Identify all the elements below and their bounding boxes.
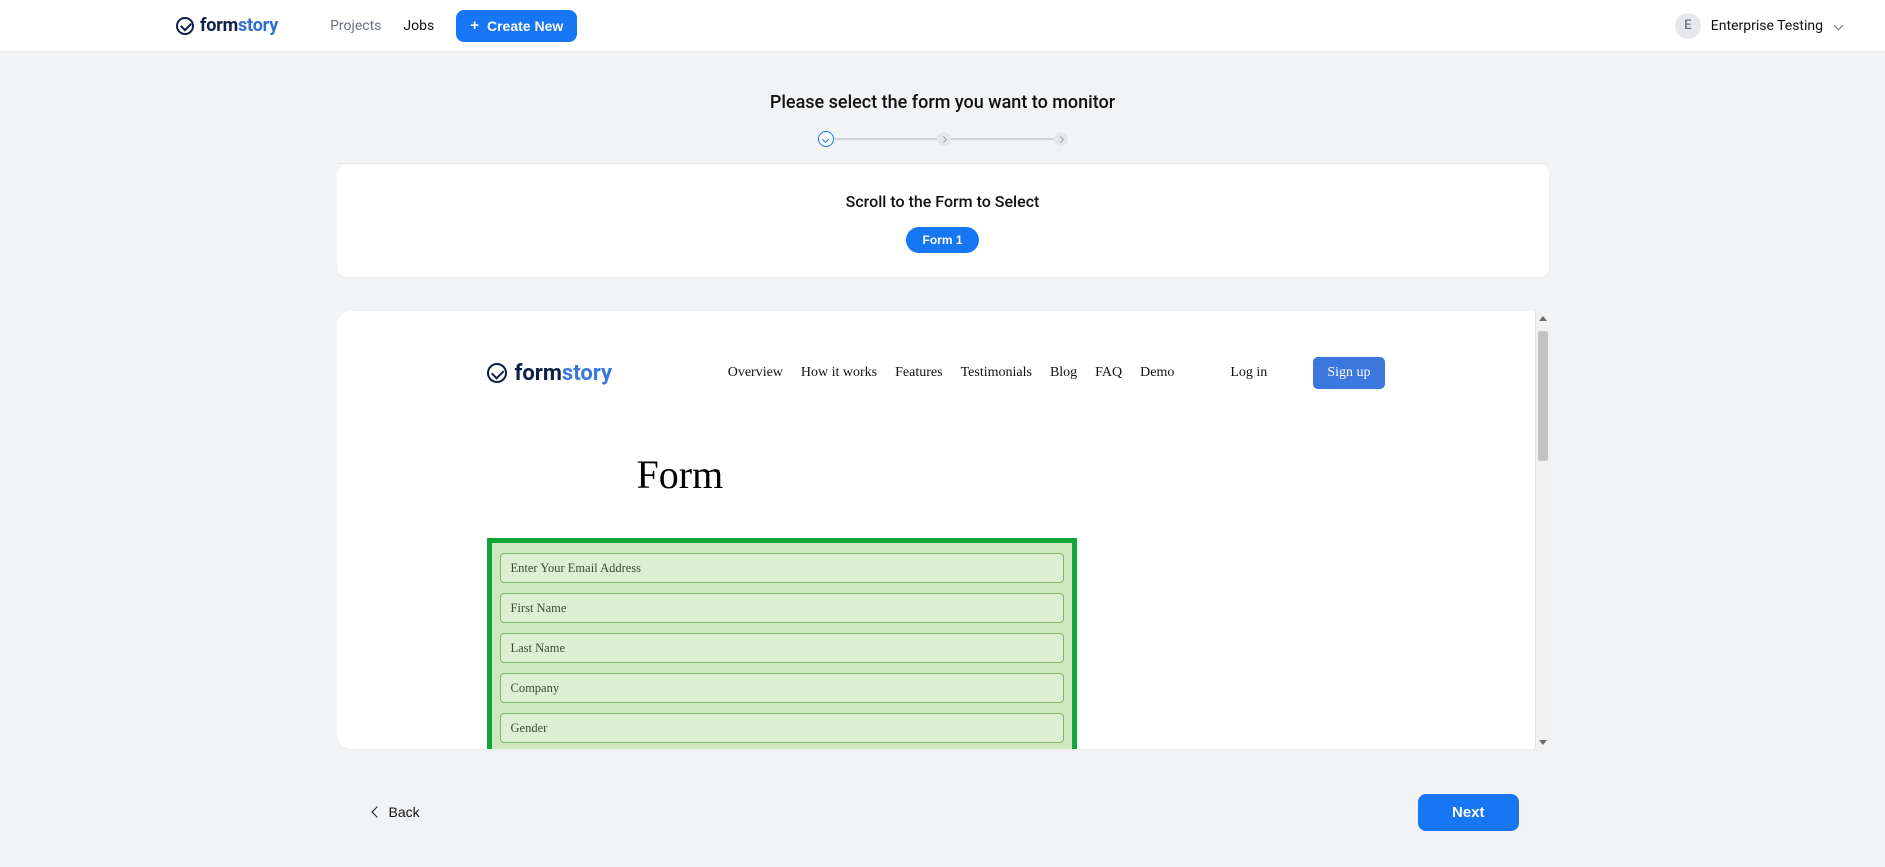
- preview-viewport[interactable]: formstory Overview How it works Features…: [337, 311, 1535, 749]
- scroll-down-icon[interactable]: [1536, 735, 1549, 749]
- back-label: Back: [389, 804, 420, 820]
- preview-nav-blog[interactable]: Blog: [1050, 365, 1077, 381]
- avatar: E: [1675, 13, 1701, 39]
- account-name: Enterprise Testing: [1711, 18, 1823, 34]
- scroll-hint-title: Scroll to the Form to Select: [337, 192, 1549, 211]
- preview-logo-text-story: story: [562, 361, 612, 386]
- step-1[interactable]: [818, 131, 834, 147]
- scroll-hint-card: Scroll to the Form to Select Form 1: [337, 164, 1549, 277]
- gender-field[interactable]: [500, 713, 1064, 743]
- first-name-field[interactable]: [500, 593, 1064, 623]
- chevron-left-icon: [371, 806, 382, 817]
- create-new-button[interactable]: + Create New: [456, 10, 577, 42]
- form-heading: Form: [637, 451, 1385, 498]
- preview-signup-button[interactable]: Sign up: [1313, 357, 1384, 389]
- chevron-right-icon: [940, 135, 947, 142]
- account-menu[interactable]: E Enterprise Testing: [1675, 13, 1845, 39]
- create-new-label: Create New: [487, 18, 563, 34]
- back-button[interactable]: Back: [367, 796, 426, 828]
- step-line: [951, 138, 1054, 140]
- preview-nav-features[interactable]: Features: [895, 365, 942, 381]
- preview-nav-faq[interactable]: FAQ: [1095, 365, 1122, 381]
- preview-nav-how[interactable]: How it works: [801, 365, 877, 381]
- form-1-pill[interactable]: Form 1: [906, 227, 978, 253]
- plus-icon: +: [470, 18, 479, 33]
- preview-scrollbar[interactable]: [1535, 311, 1549, 749]
- company-field[interactable]: [500, 673, 1064, 703]
- app-logo[interactable]: formstory: [176, 15, 278, 36]
- chevron-right-icon: [1057, 135, 1064, 142]
- page: Please select the form you want to monit…: [0, 52, 1885, 867]
- scroll-up-icon[interactable]: [1536, 311, 1549, 325]
- preview-logo[interactable]: formstory: [487, 361, 613, 386]
- preview-login-link[interactable]: Log in: [1230, 365, 1267, 381]
- scroll-thumb[interactable]: [1538, 331, 1548, 461]
- nav-projects[interactable]: Projects: [330, 18, 381, 34]
- chevron-down-icon: [1833, 20, 1845, 32]
- logo-mark-icon: [176, 17, 194, 35]
- logo-text-story: story: [238, 15, 278, 36]
- preview-nav: Overview How it works Features Testimoni…: [728, 365, 1175, 381]
- step-line: [834, 138, 937, 140]
- nav-jobs[interactable]: Jobs: [403, 18, 434, 34]
- wizard-footer: Back Next: [337, 783, 1549, 841]
- email-field[interactable]: [500, 553, 1064, 583]
- preview-nav-demo[interactable]: Demo: [1140, 365, 1174, 381]
- logo-text-form: form: [200, 15, 238, 36]
- wizard: Please select the form you want to monit…: [337, 52, 1549, 841]
- last-name-field[interactable]: [500, 633, 1064, 663]
- step-3[interactable]: [1054, 132, 1068, 146]
- preview-logo-text-form: form: [515, 361, 562, 386]
- chevron-down-icon: [822, 135, 829, 142]
- preview-nav-testimonials[interactable]: Testimonials: [961, 365, 1032, 381]
- step-2[interactable]: [937, 132, 951, 146]
- app-header: formstory Projects Jobs + Create New E E…: [0, 0, 1885, 52]
- preview-header: formstory Overview How it works Features…: [487, 357, 1385, 389]
- preview-nav-overview[interactable]: Overview: [728, 365, 783, 381]
- stepper: [818, 131, 1068, 147]
- selected-form[interactable]: [487, 538, 1077, 749]
- next-button[interactable]: Next: [1418, 794, 1519, 831]
- preview-card: formstory Overview How it works Features…: [337, 311, 1549, 749]
- logo-mark-icon: [487, 363, 507, 383]
- top-nav: Projects Jobs: [330, 18, 434, 34]
- wizard-title: Please select the form you want to monit…: [337, 92, 1549, 113]
